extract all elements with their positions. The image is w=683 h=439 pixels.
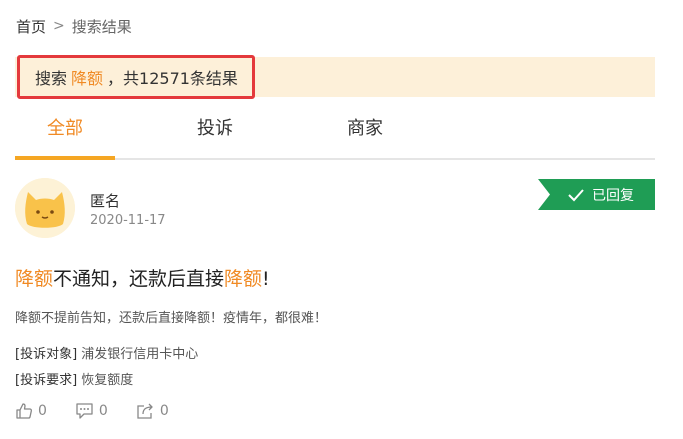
tab-complaints[interactable]: 投诉: [165, 106, 265, 160]
complaint-target: [投诉对象] 浦发银行信用卡中心: [15, 343, 198, 362]
share-button[interactable]: 0: [136, 402, 169, 420]
status-badge: 已回复: [538, 179, 655, 210]
cat-avatar-icon: [15, 178, 75, 238]
breadcrumb: 首页 > 搜索结果: [16, 14, 132, 38]
title-text: !: [262, 268, 270, 290]
complaint-actions: 0 0 0: [15, 400, 197, 422]
active-tab-indicator: [15, 156, 115, 160]
request-label: [投诉要求]: [15, 373, 78, 388]
comment-button[interactable]: 0: [75, 402, 108, 420]
check-icon: [568, 189, 584, 202]
breadcrumb-separator: >: [53, 18, 65, 34]
complaint-title[interactable]: 降额不通知，还款后直接降额!: [15, 264, 270, 291]
complaint-author: 匿名: [90, 192, 121, 210]
complaint-summary: 降额不提前告知，还款后直接降额！疫情年，都很难！: [15, 311, 328, 326]
complaint-date: 2020-11-17: [90, 213, 166, 228]
like-button[interactable]: 0: [15, 402, 47, 420]
share-count: 0: [159, 403, 169, 419]
thumbs-up-icon: [16, 403, 32, 419]
title-text: 不通知，还款后直接: [53, 268, 225, 290]
search-result-count: ，共12571条结果: [107, 69, 238, 88]
title-keyword: 降额: [15, 268, 54, 290]
breadcrumb-home-link[interactable]: 首页: [16, 16, 46, 37]
like-count: 0: [38, 403, 47, 419]
share-icon: [137, 403, 153, 419]
result-tabs: 全部 投诉 商家: [15, 106, 655, 160]
search-summary: 搜索 降额 ，共12571条结果: [17, 55, 255, 99]
breadcrumb-current: 搜索结果: [71, 17, 132, 36]
status-text: 已回复: [592, 187, 634, 204]
complaint-request: [投诉要求] 恢复额度: [15, 369, 133, 388]
tab-all[interactable]: 全部: [15, 106, 115, 160]
comment-icon: [76, 403, 93, 419]
target-label: [投诉对象]: [15, 347, 78, 362]
tab-merchants[interactable]: 商家: [315, 106, 415, 160]
request-value: 恢复额度: [81, 373, 134, 388]
avatar[interactable]: [15, 178, 75, 238]
search-summary-prefix: 搜索: [35, 69, 68, 88]
comment-count: 0: [98, 403, 108, 419]
search-keyword: 降额: [71, 69, 104, 88]
title-keyword: 降额: [224, 268, 263, 290]
target-value[interactable]: 浦发银行信用卡中心: [81, 347, 198, 362]
